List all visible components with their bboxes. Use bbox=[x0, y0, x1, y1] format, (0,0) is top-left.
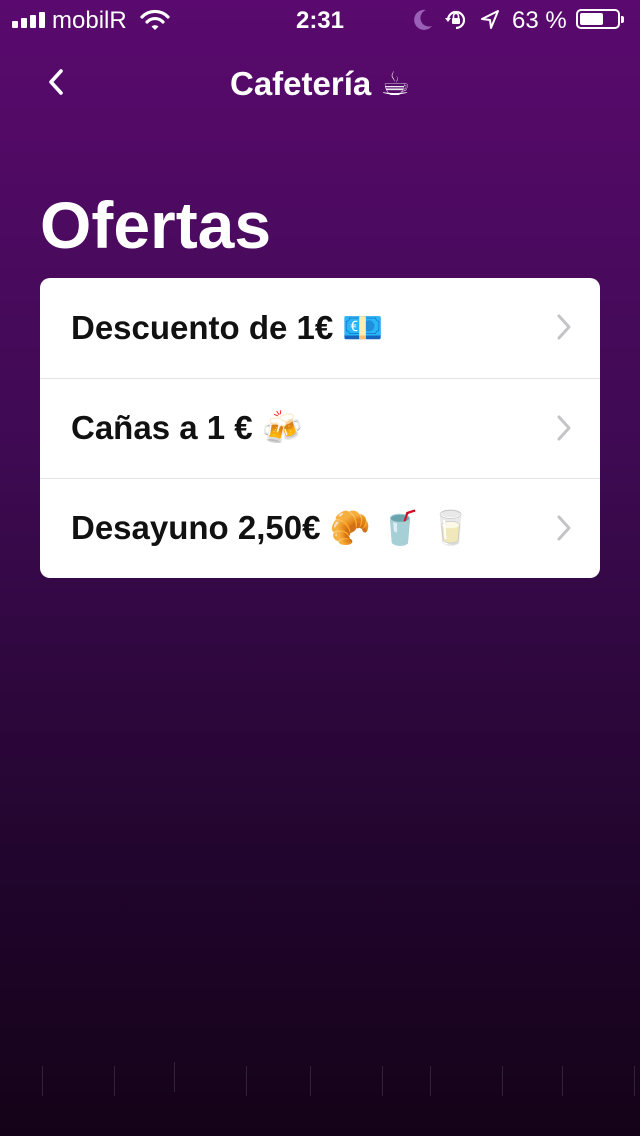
page-title: Ofertas bbox=[40, 188, 272, 262]
rotation-lock-icon bbox=[444, 9, 468, 38]
battery-icon bbox=[576, 9, 624, 29]
offer-row-descuento[interactable]: Descuento de 1€ 💶 bbox=[40, 278, 600, 378]
navigation-bar: Cafetería ☕ bbox=[0, 44, 640, 124]
status-bar: mobilR 2:31 63 % bbox=[0, 0, 640, 40]
chevron-right-icon bbox=[557, 515, 571, 541]
chevron-right-icon bbox=[557, 314, 571, 340]
offer-label: Descuento de 1€ 💶 bbox=[71, 308, 384, 346]
nav-title: Cafetería ☕ bbox=[230, 65, 410, 102]
location-icon bbox=[480, 9, 500, 38]
decorative-ticks bbox=[0, 1062, 640, 1100]
offer-row-canas[interactable]: Cañas a 1 € 🍻 bbox=[40, 378, 600, 478]
moon-icon bbox=[412, 8, 434, 39]
battery-percent: 63 % bbox=[512, 7, 567, 34]
offer-row-desayuno[interactable]: Desayuno 2,50€ 🥐 🥤 🥛 bbox=[40, 478, 600, 578]
offer-label: Cañas a 1 € 🍻 bbox=[71, 409, 303, 446]
offers-list: Descuento de 1€ 💶 Cañas a 1 € 🍻 Desayuno… bbox=[40, 278, 600, 578]
offer-label: Desayuno 2,50€ 🥐 🥤 🥛 bbox=[71, 509, 472, 546]
chevron-right-icon bbox=[557, 415, 571, 441]
